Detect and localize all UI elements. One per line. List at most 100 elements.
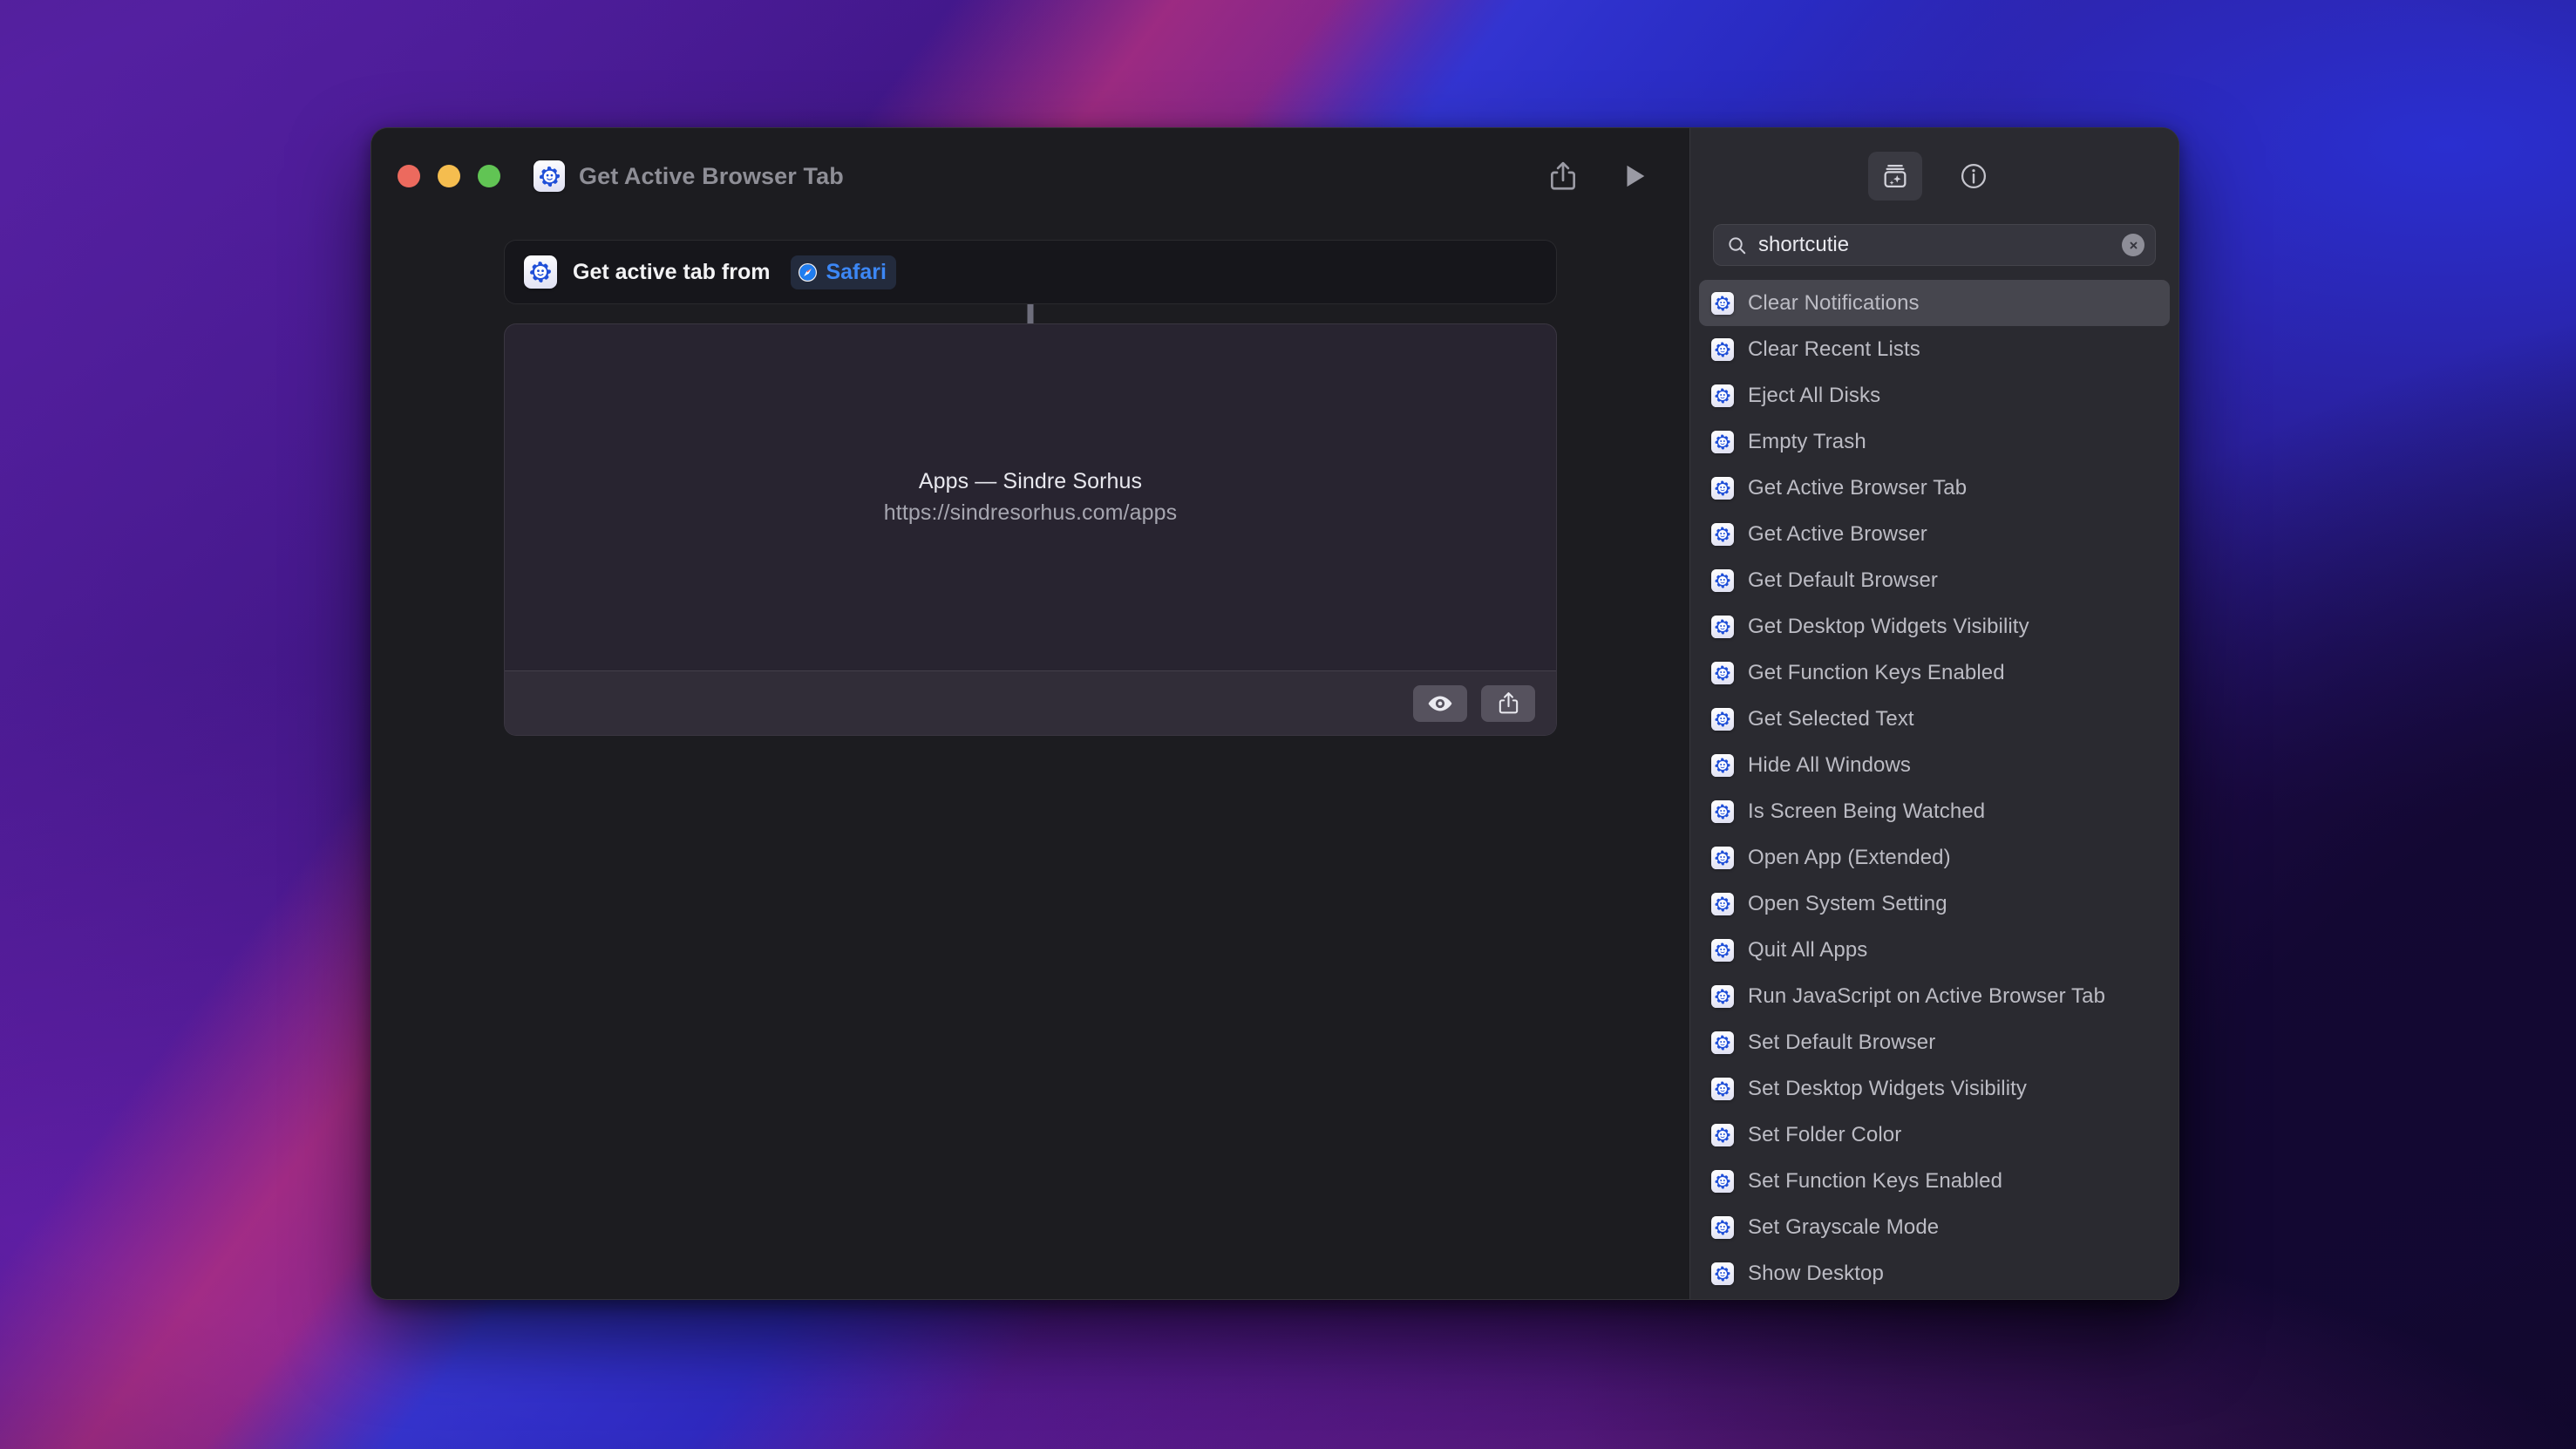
list-item-label: Get Active Browser Tab — [1748, 475, 1968, 500]
shortcuts-gear-icon — [1711, 984, 1734, 1008]
shortcuts-gear-icon — [1711, 337, 1734, 361]
shortcuts-gear-icon — [1711, 1077, 1734, 1100]
action-library-button[interactable] — [1868, 152, 1922, 201]
list-item[interactable]: Open System Setting — [1699, 881, 2170, 927]
list-item[interactable]: Eject All Disks — [1699, 372, 2170, 418]
list-item-label: Open App (Extended) — [1748, 845, 1951, 869]
quick-look-button[interactable] — [1413, 684, 1467, 722]
shortcuts-gear-icon — [1711, 430, 1734, 453]
list-item-label: Open System Setting — [1748, 891, 1947, 915]
list-item[interactable]: Set Function Keys Enabled — [1699, 1158, 2170, 1204]
search-icon — [1726, 235, 1748, 256]
list-item-label: Get Selected Text — [1748, 706, 1914, 731]
list-item[interactable]: Get Function Keys Enabled — [1699, 650, 2170, 696]
variable-label: Safari — [826, 259, 887, 284]
shortcuts-gear-icon — [1711, 938, 1734, 962]
preview-share-button[interactable] — [1481, 684, 1535, 722]
list-item-label: Set Function Keys Enabled — [1748, 1168, 2003, 1193]
list-item-label: Run JavaScript on Active Browser Tab — [1748, 983, 2106, 1008]
shortcuts-editor-window: Get Active Browser Tab Get active tab fr… — [370, 127, 2179, 1300]
list-item[interactable]: Open App (Extended) — [1699, 834, 2170, 881]
clear-search-icon[interactable] — [2122, 234, 2144, 256]
titlebar-actions — [1545, 158, 1665, 194]
list-item-label: Get Active Browser — [1748, 521, 1927, 546]
preview-content: Apps — Sindre Sorhus https://sindresorhu… — [505, 324, 1556, 670]
shortcuts-gear-icon — [534, 160, 565, 192]
sidebar-search-wrap: shortcutie — [1690, 224, 2178, 280]
shortcuts-gear-icon — [1711, 476, 1734, 500]
list-item-label: Eject All Disks — [1748, 383, 1881, 407]
action-card-get-active-tab[interactable]: Get active tab from Safari — [504, 240, 1557, 304]
list-item[interactable]: Set Default Browser — [1699, 1019, 2170, 1065]
list-item-label: Set Folder Color — [1748, 1122, 1902, 1146]
list-item-label: Is Screen Being Watched — [1748, 799, 1986, 823]
list-item-label: Get Default Browser — [1748, 568, 1938, 592]
action-flow: Get active tab from Safari Apps — Sindre… — [504, 240, 1557, 736]
list-item-label: Clear Notifications — [1748, 290, 1920, 315]
shortcuts-gear-icon — [1711, 1123, 1734, 1146]
list-item-label: Show Desktop — [1748, 1261, 1884, 1285]
shortcuts-gear-icon — [1711, 799, 1734, 823]
window-titlebar: Get Active Browser Tab — [371, 128, 1689, 224]
list-item[interactable]: Get Default Browser — [1699, 557, 2170, 603]
search-input[interactable]: shortcutie — [1758, 233, 2111, 257]
list-item-label: Clear Recent Lists — [1748, 337, 1920, 361]
shortcuts-gear-icon — [1711, 707, 1734, 731]
desktop-background: Get Active Browser Tab Get active tab fr… — [0, 0, 2576, 1449]
list-item[interactable]: Hide All Windows — [1699, 742, 2170, 788]
preview-footer-toolbar — [505, 670, 1556, 735]
list-item[interactable]: Get Selected Text — [1699, 696, 2170, 742]
list-item-label: Set Desktop Widgets Visibility — [1748, 1076, 2028, 1100]
list-item[interactable]: Get Active Browser — [1699, 511, 2170, 557]
list-item[interactable]: Get Active Browser Tab — [1699, 465, 2170, 511]
list-item[interactable]: Get Desktop Widgets Visibility — [1699, 603, 2170, 650]
list-item-label: Empty Trash — [1748, 429, 1866, 453]
maximize-window-button[interactable] — [478, 165, 500, 187]
shortcuts-gear-icon — [1711, 1215, 1734, 1239]
shortcuts-gear-icon — [1711, 1031, 1734, 1054]
shortcuts-gear-icon — [1711, 661, 1734, 684]
traffic-lights — [398, 165, 500, 187]
list-item[interactable]: Set Desktop Widgets Visibility — [1699, 1065, 2170, 1112]
shortcut-editor-pane: Get Active Browser Tab Get active tab fr… — [371, 128, 1689, 1299]
action-gear-icon — [524, 255, 557, 289]
shortcuts-gear-icon — [1711, 522, 1734, 546]
safari-compass-icon — [798, 262, 818, 282]
action-label: Get active tab from — [573, 259, 771, 284]
action-variable-safari[interactable]: Safari — [791, 255, 896, 289]
shortcuts-gear-icon — [1711, 384, 1734, 407]
action-results-list[interactable]: Clear Notifications Clear Recent Lists Eje… — [1690, 280, 2178, 1299]
list-item-label: Get Function Keys Enabled — [1748, 660, 2005, 684]
list-item-label: Hide All Windows — [1748, 752, 1912, 777]
list-item-label: Set Grayscale Mode — [1748, 1214, 1940, 1239]
action-library-sidebar: shortcutie Clear Notifications Clear Rece… — [1689, 128, 2178, 1299]
list-item[interactable]: Quit All Apps — [1699, 927, 2170, 973]
action-result-preview: Apps — Sindre Sorhus https://sindresorhu… — [504, 323, 1557, 736]
run-shortcut-button[interactable] — [1616, 158, 1653, 194]
list-item-label: Get Desktop Widgets Visibility — [1748, 614, 2029, 638]
list-item[interactable]: Set Grayscale Mode — [1699, 1204, 2170, 1250]
shortcuts-gear-icon — [1711, 1169, 1734, 1193]
list-item[interactable]: Show Desktop — [1699, 1250, 2170, 1296]
preview-page-url: https://sindresorhus.com/apps — [883, 500, 1178, 525]
page-title: Get Active Browser Tab — [579, 162, 844, 189]
shortcuts-gear-icon — [1711, 568, 1734, 592]
share-button[interactable] — [1545, 158, 1581, 194]
shortcuts-gear-icon — [1711, 846, 1734, 869]
shortcuts-gear-icon — [1711, 892, 1734, 915]
minimize-window-button[interactable] — [438, 165, 460, 187]
close-window-button[interactable] — [398, 165, 420, 187]
shortcuts-gear-icon — [1711, 615, 1734, 638]
window-title-group: Get Active Browser Tab — [534, 160, 844, 192]
list-item[interactable]: Run JavaScript on Active Browser Tab — [1699, 973, 2170, 1019]
list-item[interactable]: Clear Notifications — [1699, 280, 2170, 326]
shortcuts-gear-icon — [1711, 1262, 1734, 1285]
list-item-label: Set Default Browser — [1748, 1030, 1936, 1054]
list-item[interactable]: Empty Trash — [1699, 418, 2170, 465]
search-field[interactable]: shortcutie — [1713, 224, 2156, 266]
shortcut-info-button[interactable] — [1947, 152, 2001, 201]
list-item[interactable]: Set Folder Color — [1699, 1112, 2170, 1158]
sidebar-toolbar — [1690, 128, 2178, 224]
list-item[interactable]: Is Screen Being Watched — [1699, 788, 2170, 834]
list-item[interactable]: Clear Recent Lists — [1699, 326, 2170, 372]
